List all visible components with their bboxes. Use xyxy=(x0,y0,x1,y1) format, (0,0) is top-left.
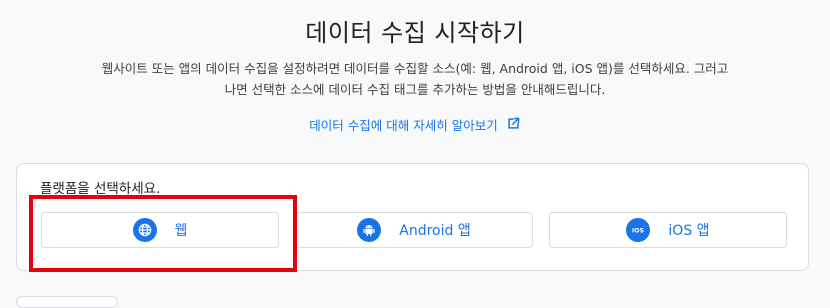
web-platform-label: 웹 xyxy=(174,223,188,239)
platform-card-label: 플랫폼을 선택하세요. xyxy=(40,181,161,197)
description-line-2: 나면 선택한 소스에 데이터 수집 태그를 추가하는 방법을 안내해드립니다. xyxy=(224,82,606,97)
web-platform-button[interactable]: 웹 xyxy=(41,212,279,248)
platform-card: 플랫폼을 선택하세요. 웹 Android 앱 iOS iOS 앱 xyxy=(16,163,809,271)
globe-icon xyxy=(132,218,157,242)
learn-more-row: 데이터 수집에 대해 자세히 알아보기 xyxy=(0,115,830,134)
page-title: 데이터 수집 시작하기 xyxy=(305,19,525,47)
android-platform-button[interactable]: Android 앱 xyxy=(295,212,533,248)
page-description: 웹사이트 또는 앱의 데이터 수집을 설정하려면 데이터를 수집할 소스(예: … xyxy=(0,58,830,100)
description-line-1: 웹사이트 또는 앱의 데이터 수집을 설정하려면 데이터를 수집할 소스(예: … xyxy=(101,61,729,76)
ios-platform-label: iOS 앱 xyxy=(668,223,710,239)
learn-more-link[interactable]: 데이터 수집에 대해 자세히 알아보기 xyxy=(309,115,520,134)
learn-more-label: 데이터 수집에 대해 자세히 알아보기 xyxy=(309,118,498,133)
svg-text:iOS: iOS xyxy=(632,227,645,234)
android-icon xyxy=(357,218,382,242)
open-in-new-icon xyxy=(506,116,521,134)
ios-platform-button[interactable]: iOS iOS 앱 xyxy=(549,212,787,248)
bottom-panel-edge xyxy=(16,296,118,308)
android-platform-label: Android 앱 xyxy=(399,223,471,239)
ios-icon: iOS xyxy=(626,218,651,242)
